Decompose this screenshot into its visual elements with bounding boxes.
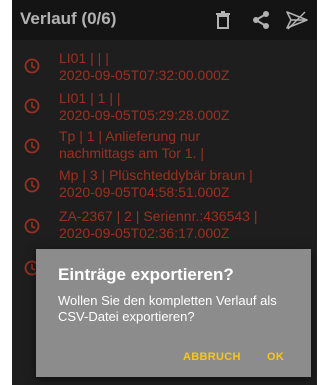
cancel-button[interactable]: ABBRUCH: [183, 351, 241, 363]
dialog-title: Einträge exportieren?: [58, 265, 234, 284]
ok-button[interactable]: OK: [267, 351, 284, 363]
app-screen: Verlauf (0/6) LI01 | | | 2020-09-05T07:3…: [12, 0, 317, 385]
export-dialog: Einträge exportieren? Wollen Sie den kom…: [36, 249, 311, 377]
dialog-message: Wollen Sie den kompletten Verlauf als CS…: [58, 293, 277, 324]
